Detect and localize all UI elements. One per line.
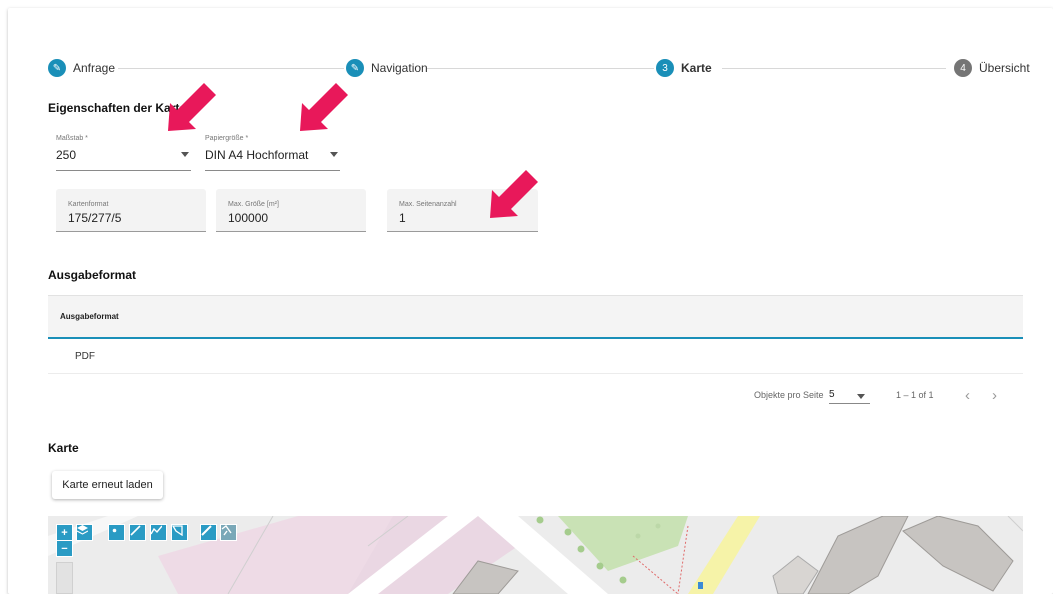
polygon-icon[interactable] [171, 524, 188, 541]
max-size-field: Max. Größe [m²] 100000 [216, 189, 366, 232]
map-view[interactable]: + − [48, 516, 1023, 594]
polyline-icon[interactable] [150, 524, 167, 541]
max-pages-value: 1 [399, 211, 406, 225]
line-icon[interactable] [129, 524, 146, 541]
per-page-select[interactable]: 5 [829, 389, 835, 400]
form-card: ✎ Anfrage ✎ Navigation 3 Karte 4 Übersic… [8, 8, 1053, 594]
field-underline [205, 170, 340, 171]
map-format-field: Kartenformat 175/277/5 [56, 189, 206, 232]
paginator: Objekte pro Seite 5 1 – 1 of 1 ‹ › [48, 386, 1023, 406]
page: ✎ Anfrage ✎ Navigation 3 Karte 4 Übersic… [0, 0, 1053, 594]
map-format-label: Kartenformat [68, 201, 109, 208]
point-icon[interactable] [108, 524, 125, 541]
step-connector [118, 68, 344, 69]
step-navigation[interactable]: ✎ Navigation [346, 58, 428, 78]
field-underline [387, 231, 538, 232]
step-label: Übersicht [979, 61, 1030, 75]
chevron-down-icon [330, 152, 338, 157]
zoom-in-icon[interactable]: + [56, 524, 73, 541]
annotation-arrow-icon [490, 170, 538, 218]
edit-icon: ✎ [346, 59, 364, 77]
paper-size-label: Papiergröße * [205, 135, 249, 142]
annotation-arrow-icon [168, 83, 216, 131]
column-header[interactable]: Ausgabeformat [60, 312, 119, 321]
section-title-map: Karte [48, 441, 79, 455]
edit-icon: ✎ [48, 59, 66, 77]
step-karte[interactable]: 3 Karte [656, 58, 712, 78]
step-anfrage[interactable]: ✎ Anfrage [48, 58, 115, 78]
layers-icon[interactable] [76, 524, 93, 541]
table-cell: PDF [75, 351, 95, 362]
annotation-arrow-icon [300, 83, 348, 131]
max-size-value: 100000 [228, 211, 269, 225]
max-size-label: Max. Größe [m²] [228, 201, 279, 208]
section-title-output-format: Ausgabeformat [48, 268, 137, 282]
step-label: Anfrage [73, 61, 116, 75]
reload-map-button[interactable]: Karte erneut laden [52, 471, 163, 499]
field-underline [829, 403, 870, 404]
max-pages-label: Max. Seitenanzahl [399, 201, 457, 208]
page-range: 1 – 1 of 1 [896, 390, 934, 400]
table-header: Ausgabeformat [48, 295, 1023, 339]
chevron-left-icon[interactable]: ‹ [965, 387, 970, 404]
paper-size-select[interactable]: Papiergröße * DIN A4 Hochformat [205, 135, 340, 171]
chevron-down-icon[interactable] [857, 394, 865, 399]
scale-label: Maßstab * [56, 135, 88, 142]
zoom-out-icon[interactable]: − [56, 540, 73, 557]
map-format-value: 175/277/5 [68, 211, 122, 225]
scale-select[interactable]: Maßstab * 250 [56, 135, 191, 171]
step-connector [427, 68, 654, 69]
edit-icon[interactable] [200, 524, 217, 541]
measure-icon[interactable] [220, 524, 237, 541]
zoom-slider[interactable] [56, 562, 73, 594]
paper-size-value: DIN A4 Hochformat [205, 148, 309, 162]
field-underline [56, 231, 206, 232]
field-underline [56, 170, 191, 171]
step-label: Karte [681, 61, 712, 75]
step-number: 4 [954, 59, 972, 77]
map-canvas [48, 516, 1023, 594]
table-row[interactable]: PDF [48, 339, 1023, 374]
step-connector [722, 68, 946, 69]
chevron-right-icon[interactable]: › [992, 387, 997, 404]
step-number: 3 [656, 59, 674, 77]
step-label: Navigation [371, 61, 428, 75]
field-underline [216, 231, 366, 232]
step-uebersicht[interactable]: 4 Übersicht [954, 58, 1030, 78]
scale-value: 250 [56, 148, 77, 162]
per-page-label: Objekte pro Seite [754, 390, 824, 400]
chevron-down-icon [181, 152, 189, 157]
